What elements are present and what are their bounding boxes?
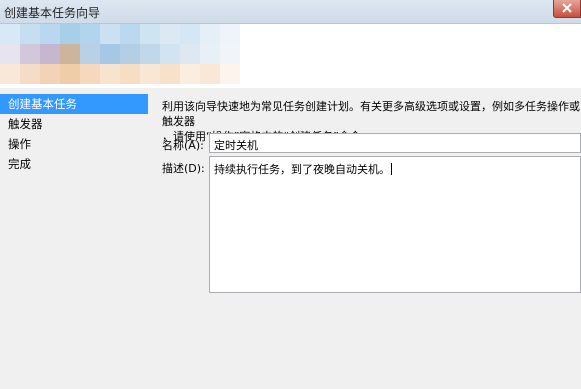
- close-button[interactable]: [553, 0, 581, 18]
- nav-item-finish[interactable]: 完成: [0, 154, 150, 174]
- name-field[interactable]: 定时关机: [209, 133, 581, 153]
- blurred-header-image: [0, 24, 240, 84]
- description-field-value: 持续执行任务，到了夜晚自动关机。: [214, 163, 390, 176]
- description-line-1: 利用该向导快速地为常见任务创建计划。有关更多高级选项或设置，例如多任务操作或触发…: [162, 100, 580, 128]
- close-icon: [562, 3, 572, 13]
- nav-item-trigger[interactable]: 触发器: [0, 114, 150, 134]
- window-title: 创建基本任务向导: [4, 6, 101, 20]
- wizard-steps-nav: 创建基本任务 触发器 操作 完成: [0, 94, 150, 174]
- nav-item-label: 完成: [8, 157, 31, 171]
- wizard-header: [0, 24, 581, 88]
- nav-item-label: 触发器: [8, 117, 43, 131]
- text-caret: [391, 163, 392, 175]
- nav-item-label: 操作: [8, 137, 31, 151]
- name-label: 名称(A):: [162, 139, 204, 152]
- nav-item-create-basic-task[interactable]: 创建基本任务: [0, 94, 148, 114]
- nav-item-action[interactable]: 操作: [0, 134, 150, 154]
- nav-item-label: 创建基本任务: [8, 97, 77, 111]
- description-label: 描述(D):: [162, 162, 205, 175]
- description-field[interactable]: 持续执行任务，到了夜晚自动关机。: [209, 156, 581, 293]
- name-field-value: 定时关机: [214, 139, 258, 152]
- title-bar: 创建基本任务向导: [0, 0, 581, 24]
